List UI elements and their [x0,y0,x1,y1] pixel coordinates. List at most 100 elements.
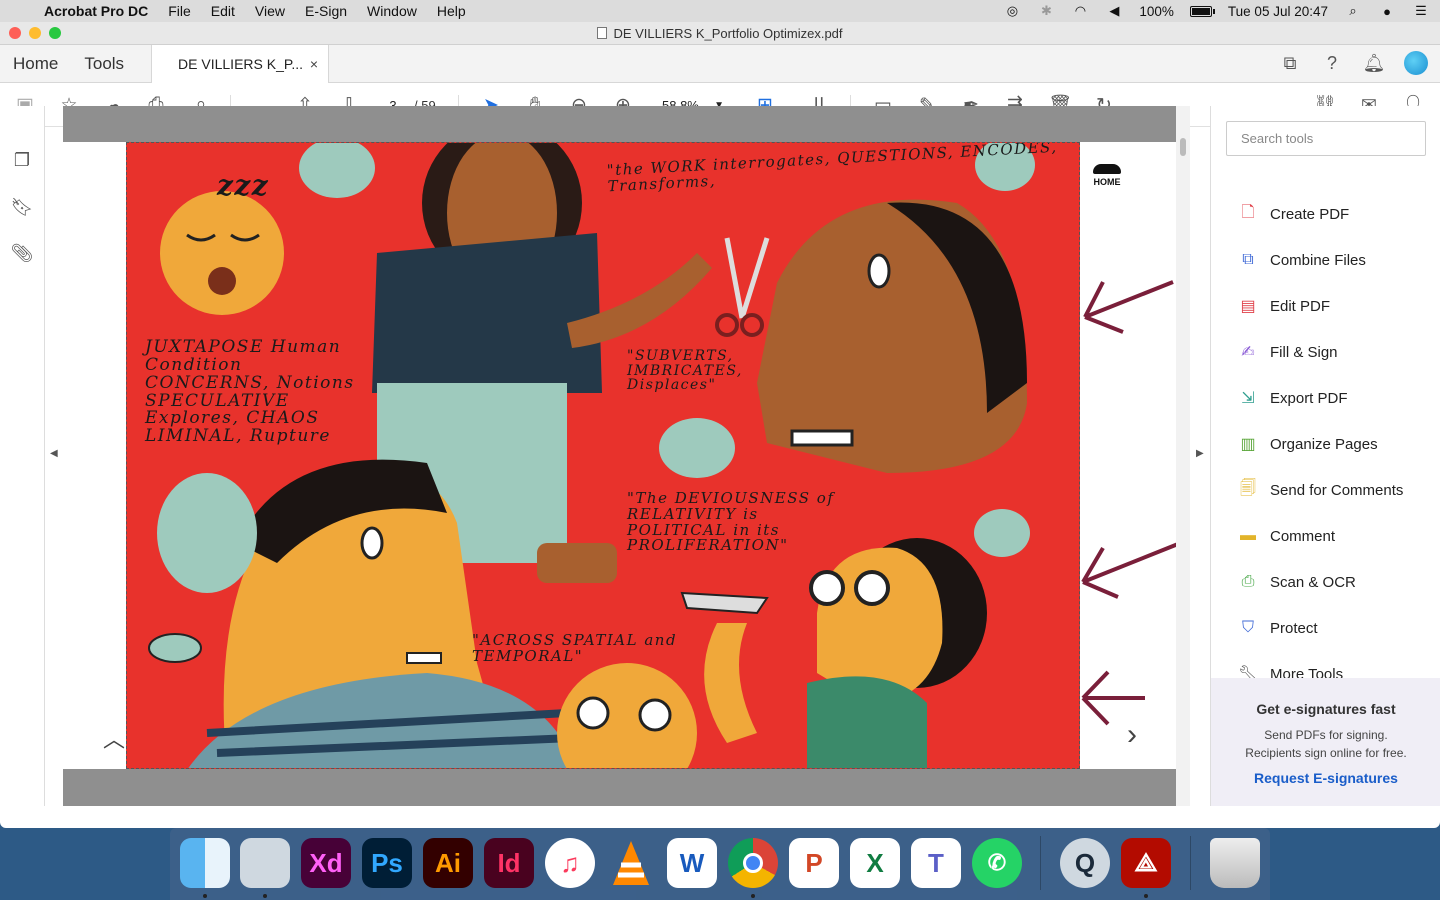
dock-powerpoint-icon[interactable]: P [789,838,839,888]
create-pdf-icon: 🗋︎ [1241,203,1255,221]
dock-vlc-icon[interactable] [606,838,656,888]
next-page-arrow-icon[interactable]: › [1127,718,1137,752]
artwork-quote-juxtapose: JUXTAPOSE Human Condition CONCERNS, Noti… [145,337,355,447]
dock-music-icon[interactable]: ♫ [545,838,595,888]
dock-adobe-xd-icon[interactable]: Xd [301,838,351,888]
menu-help[interactable]: Help [437,3,466,19]
share-screen-icon[interactable]: ⧉ [1278,51,1302,75]
tool-label: Export PDF [1270,389,1348,407]
search-tools-input[interactable]: Search tools [1226,121,1426,156]
wifi-icon[interactable]: ◠ [1071,3,1089,18]
dock-acrobat-icon[interactable]: ⟁ [1121,838,1171,888]
dock-chrome-icon[interactable] [728,838,778,888]
collapse-left-panel-icon[interactable]: ◀ [50,448,58,459]
bluetooth-icon[interactable]: ✱ [1037,3,1055,18]
menu-esign[interactable]: E-Sign [305,3,347,19]
tab-document[interactable]: DE VILLIERS K_P... × [151,45,330,83]
shield-icon: ⛉ [1241,619,1254,636]
artwork-sleep-zzz: zzz [217,169,270,202]
tool-protect[interactable]: ⛉ Protect [1236,616,1318,640]
dock-trash-icon[interactable] [1210,838,1260,888]
close-tab-icon[interactable]: × [310,56,318,72]
window-titlebar: DE VILLIERS K_Portfolio Optimizex.pdf [0,22,1440,45]
menu-app-name[interactable]: Acrobat Pro DC [44,3,148,19]
tool-edit-pdf[interactable]: ▤ Edit PDF [1236,294,1330,318]
maximize-window-button[interactable] [49,27,61,39]
tab-home[interactable]: Home [0,45,71,82]
menu-bar: Acrobat Pro DC File Edit View E-Sign Win… [0,0,1440,22]
artwork-illustration: "the WORK interrogates, QUESTIONS, ENCOD… [126,142,1080,769]
notifications-bell-icon[interactable]: 🔔︎ [1362,51,1386,75]
pdf-page: "the WORK interrogates, QUESTIONS, ENCOD… [63,142,1176,769]
promo-line-2: Recipients sign online for free. [1245,746,1407,760]
tool-combine-files[interactable]: ⧉ Combine Files [1236,248,1366,272]
bookmarks-icon[interactable]: 🔖︎ [10,195,34,219]
minimize-window-button[interactable] [29,27,41,39]
dock-whatsapp-icon[interactable]: ✆ [972,838,1022,888]
request-esignatures-link[interactable]: Request E-signatures [1211,770,1440,786]
document-scrollbar[interactable] [1176,106,1190,806]
tool-export-pdf[interactable]: ⇲ Export PDF [1236,386,1348,410]
clock[interactable]: Tue 05 Jul 20:47 [1228,4,1328,19]
tools-panel: Search tools 🗋︎ Create PDF ⧉ Combine Fil… [1210,106,1440,806]
artwork-quote-spatial: "ACROSS SPATIAL and TEMPORAL" [472,631,678,665]
menu-file[interactable]: File [168,3,191,19]
dock-photoshop-icon[interactable]: Ps [362,838,412,888]
control-center-icon[interactable]: ☰ [1412,3,1430,18]
help-icon[interactable]: ? [1320,51,1344,75]
volume-icon[interactable]: ◀ [1105,3,1123,18]
dock-teams-icon[interactable]: T [911,838,961,888]
previous-page-arrow-icon[interactable]: ︿ [103,722,125,754]
tool-scan-ocr[interactable]: ⎙ Scan & OCR [1236,570,1356,594]
dock-indesign-icon[interactable]: Id [484,838,534,888]
scrollbar-thumb[interactable] [1180,138,1186,156]
creative-cloud-icon[interactable]: ◎ [1003,3,1021,18]
dock-preview-icon[interactable] [240,838,290,888]
tool-fill-sign[interactable]: ✍︎ Fill & Sign [1236,340,1337,364]
tool-create-pdf[interactable]: 🗋︎ Create PDF [1236,202,1350,226]
dock-word-icon[interactable]: W [667,838,717,888]
document-viewport[interactable]: "the WORK interrogates, QUESTIONS, ENCOD… [63,106,1176,806]
page-thumbnails-icon[interactable]: ❐ [10,148,34,172]
tool-send-for-comments[interactable]: 🗐︎ Send for Comments [1236,478,1403,502]
promo-line-1: Send PDFs for signing. [1264,728,1388,742]
collapse-right-panel-icon[interactable]: ▶ [1196,448,1204,459]
tool-label: Edit PDF [1270,297,1331,315]
tool-label: Protect [1270,619,1318,637]
left-navigation-rail: ❐ 🔖︎ 📎︎ [0,106,45,806]
pdf-file-icon [597,27,608,39]
dock-separator [1040,836,1041,890]
tool-comment[interactable]: ▬ Comment [1236,524,1335,548]
tool-label: Scan & OCR [1270,573,1356,591]
home-logo[interactable]: HOME [1093,164,1121,187]
siri-icon[interactable]: ● [1378,4,1396,19]
menu-edit[interactable]: Edit [211,3,235,19]
edit-pdf-icon: ▤ [1240,298,1256,315]
running-indicator [751,894,755,898]
scan-ocr-icon: ⎙ [1241,573,1255,590]
artwork-quote-subverts: "SUBVERTS, IMBRICATES, Displaces" [627,348,743,394]
illustration-graphic [148,143,1035,768]
tool-label: Comment [1270,527,1336,545]
dock-finder-icon[interactable] [180,838,230,888]
spotlight-search-icon[interactable]: ⌕ [1344,3,1362,18]
menu-view[interactable]: View [255,3,285,19]
tool-label: Organize Pages [1270,435,1378,453]
export-pdf-icon: ⇲ [1241,390,1255,407]
attachments-paperclip-icon[interactable]: 📎︎ [10,241,34,265]
battery-icon[interactable] [1189,5,1215,17]
running-indicator [1144,894,1148,898]
artwork-quote-deviousness: "The DEVIOUSNESS of RELATIVITY is POLITI… [627,489,835,555]
comment-bubble-icon: ▬ [1240,527,1256,544]
dock-excel-icon[interactable]: X [850,838,900,888]
promo-heading: Get e-signatures fast [1256,701,1396,717]
organize-pages-icon: ▥ [1240,436,1256,453]
tool-organize-pages[interactable]: ▥ Organize Pages [1236,432,1378,456]
user-avatar[interactable] [1404,51,1428,75]
close-window-button[interactable] [9,27,21,39]
tab-tools[interactable]: Tools [71,45,137,82]
dock-illustrator-icon[interactable]: Ai [423,838,473,888]
tab-document-label: DE VILLIERS K_P... [178,56,304,72]
dock-quicktime-icon[interactable]: Q [1060,838,1110,888]
menu-window[interactable]: Window [367,3,417,19]
